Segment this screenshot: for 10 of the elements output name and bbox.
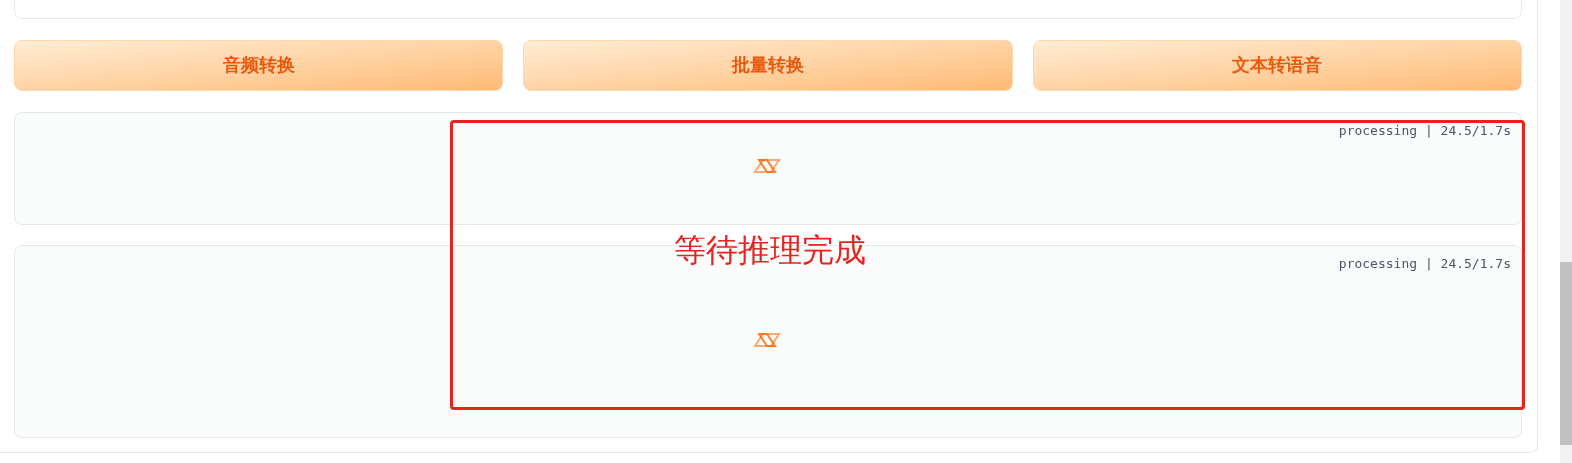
status-text: processing | 24.5/1.7s	[1338, 255, 1511, 273]
status-text: processing | 24.5/1.7s	[1338, 122, 1511, 140]
convert-button[interactable]: 批量转换	[523, 40, 1013, 91]
convert-button[interactable]: 音频转换	[14, 40, 504, 91]
loading-icon	[753, 158, 781, 174]
scrollbar[interactable]	[1560, 0, 1572, 463]
annotation-text: 等待推理完成	[674, 234, 866, 266]
loading-icon	[753, 332, 781, 348]
convert-button[interactable]: 文本转语音	[1032, 40, 1522, 91]
scrollbar-thumb[interactable]	[1560, 262, 1572, 445]
